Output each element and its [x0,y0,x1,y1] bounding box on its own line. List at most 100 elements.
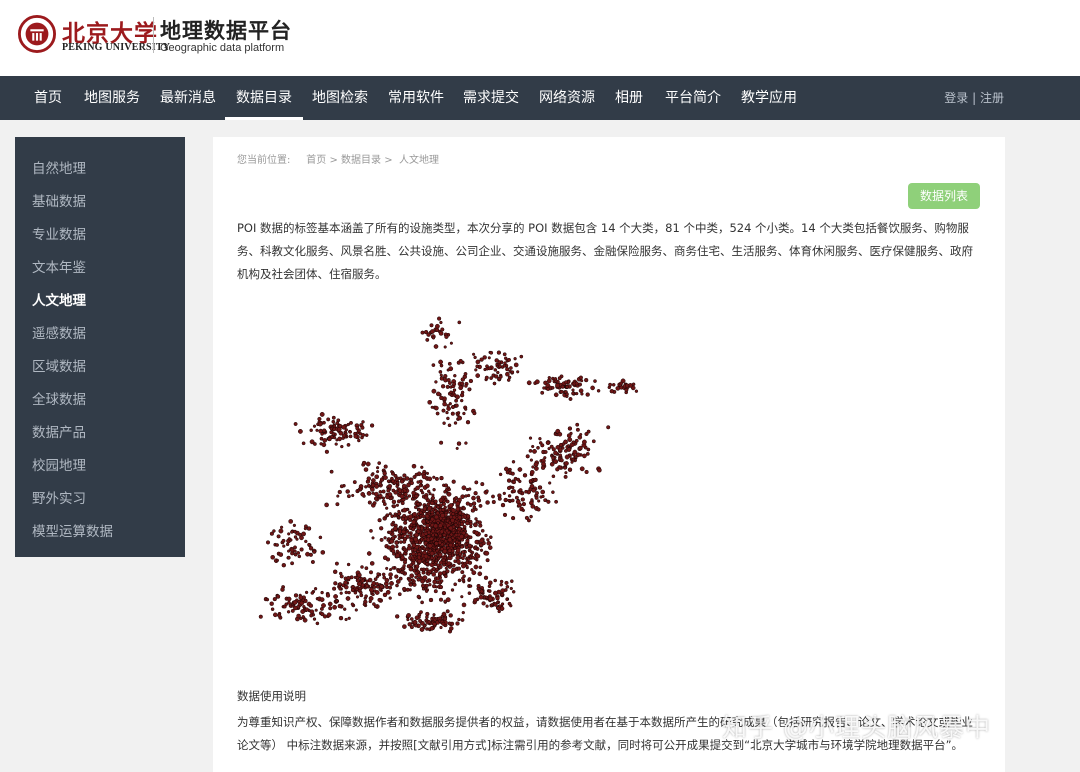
poi-point [414,615,420,621]
poi-point [270,555,275,560]
nav-item-about[interactable]: 平台简介 [665,76,721,120]
poi-description: POI 数据的标签基本涵盖了所有的设施类型，本次分享的 POI 数据包含 14 … [237,221,973,281]
sidebar-item-field-practice[interactable]: 野外实习 [32,487,86,507]
poi-point [355,595,360,599]
poi-point [505,597,509,601]
poi-point [475,553,481,559]
poi-point [412,582,417,587]
poi-point [383,464,388,469]
nav-item-home[interactable]: 首页 [34,76,62,120]
poi-point [367,500,372,505]
poi-point [307,542,311,547]
poi-point [432,475,436,479]
poi-point [511,460,516,464]
poi-point [409,573,415,579]
nav-item-map-service[interactable]: 地图服务 [84,76,140,120]
sidebar-item-data-products[interactable]: 数据产品 [32,421,86,441]
poi-point [563,474,568,479]
nav-item-latest-news[interactable]: 最新消息 [160,76,216,120]
poi-point [557,376,562,381]
nav-item-map-search[interactable]: 地图检索 [312,76,368,120]
poi-point [564,461,569,466]
poi-point [387,483,393,489]
poi-point [488,580,493,586]
sidebar-item-professional-data[interactable]: 专业数据 [32,223,86,243]
nav-item-data-catalog[interactable]: 数据目录 [225,76,303,120]
poi-point [429,536,434,541]
sidebar-item-yearbooks[interactable]: 文本年鉴 [32,256,86,276]
poi-point [484,533,488,538]
poi-point [464,545,469,550]
sidebar-item-basic-data[interactable]: 基础数据 [32,190,86,210]
poi-point [465,420,471,425]
poi-point [448,542,453,548]
poi-point [387,492,393,497]
poi-point [409,538,414,543]
breadcrumb-catalog[interactable]: 数据目录 [341,155,381,166]
poi-point [360,425,365,430]
poi-point [460,381,465,386]
sidebar-item-physical-geography[interactable]: 自然地理 [32,157,86,177]
poi-point [489,350,494,355]
poi-point [414,571,419,576]
breadcrumb-home[interactable]: 首页 [306,155,326,166]
poi-point [442,401,447,407]
sidebar-item-human-geography[interactable]: 人文地理 [32,289,86,309]
poi-point [443,599,447,604]
poi-point [448,503,454,509]
poi-point [534,466,539,471]
auth-links: 登录 | 注册 [944,76,1004,120]
poi-point [406,482,411,488]
poi-point [568,397,573,401]
poi-point [477,520,482,525]
poi-point [575,422,580,427]
poi-point [609,389,614,394]
poi-point [459,544,464,549]
poi-point [464,441,468,445]
poi-point [340,444,344,449]
sidebar-item-campus-geography[interactable]: 校园地理 [32,454,86,474]
poi-point [416,480,420,484]
poi-point [369,529,373,533]
nav-item-web-resources[interactable]: 网络资源 [539,76,595,120]
poi-point [489,376,493,380]
poi-point [455,446,459,450]
poi-point [275,558,280,562]
poi-point [438,370,443,374]
sidebar-item-model-data[interactable]: 模型运算数据 [32,520,113,540]
nav-item-teaching[interactable]: 教学应用 [741,76,797,120]
sidebar-item-global-data[interactable]: 全球数据 [32,388,86,408]
poi-point [548,481,552,485]
login-link[interactable]: 登录 [944,91,968,105]
poi-point [460,377,465,382]
poi-point [419,610,423,615]
poi-point [341,424,347,430]
logo-divider [153,17,154,53]
poi-point [356,488,361,492]
poi-point [407,531,411,535]
poi-point [558,447,563,452]
nav-item-album[interactable]: 相册 [615,76,643,120]
poi-point [412,523,416,528]
nav-item-software[interactable]: 常用软件 [388,76,444,120]
poi-point [390,470,394,474]
poi-point [485,604,489,608]
poi-point [530,504,536,509]
sidebar-item-remote-sensing[interactable]: 遥感数据 [32,322,86,342]
poi-point [487,584,492,589]
poi-point [443,525,447,530]
poi-point [438,571,443,576]
register-link[interactable]: 注册 [980,91,1004,105]
poi-point [351,493,355,498]
nav-item-request[interactable]: 需求提交 [463,76,519,120]
poi-point [334,561,339,566]
poi-point [395,544,399,549]
poi-point [382,471,387,476]
poi-point [400,570,404,574]
poi-point [464,384,468,388]
poi-point [534,379,540,385]
data-list-button[interactable]: 数据列表 [908,183,980,209]
poi-point [419,627,425,632]
sidebar-item-regional-data[interactable]: 区域数据 [32,355,86,375]
poi-point [329,430,333,435]
